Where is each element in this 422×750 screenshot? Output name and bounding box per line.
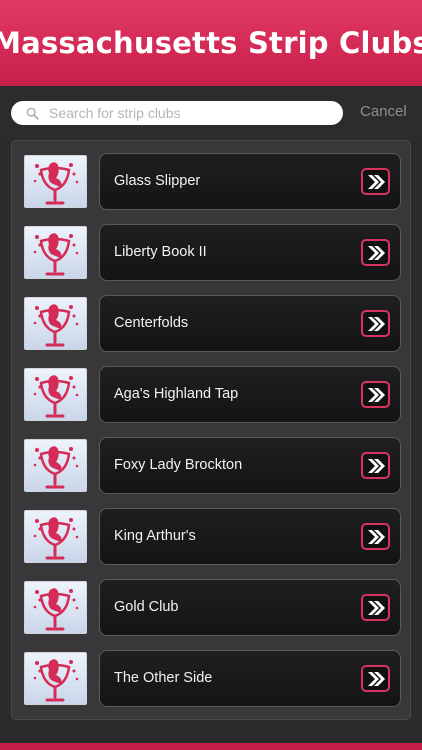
club-name: Gold Club: [114, 599, 179, 615]
list-item[interactable]: Foxy Lady Brockton: [24, 437, 402, 495]
club-card[interactable]: Foxy Lady Brockton: [99, 437, 401, 494]
double-chevron-right-icon: [367, 387, 385, 402]
open-button[interactable]: [361, 665, 390, 692]
double-chevron-right-icon: [367, 529, 385, 544]
app-header: Massachusetts Strip Clubs: [0, 0, 422, 86]
list-item[interactable]: The Other Side: [24, 650, 402, 708]
search-icon: [25, 106, 39, 120]
list-item[interactable]: King Arthur's: [24, 508, 402, 566]
open-button[interactable]: [361, 239, 390, 266]
club-name: Aga's Highland Tap: [114, 386, 239, 402]
double-chevron-right-icon: [367, 174, 385, 189]
club-card[interactable]: Centerfolds: [99, 295, 401, 352]
club-card[interactable]: Glass Slipper: [99, 153, 401, 210]
dancer-in-glass-icon: [24, 652, 87, 705]
list-item[interactable]: Glass Slipper: [24, 153, 402, 211]
open-button[interactable]: [361, 381, 390, 408]
open-button[interactable]: [361, 452, 390, 479]
list-item[interactable]: Gold Club: [24, 579, 402, 637]
double-chevron-right-icon: [367, 458, 385, 473]
club-name: Centerfolds: [114, 315, 189, 331]
cancel-button[interactable]: Cancel: [360, 103, 407, 120]
double-chevron-right-icon: [367, 316, 385, 331]
club-card[interactable]: Liberty Book II: [99, 224, 401, 281]
list-item[interactable]: Liberty Book II: [24, 224, 402, 282]
club-card[interactable]: King Arthur's: [99, 508, 401, 565]
club-card[interactable]: Aga's Highland Tap: [99, 366, 401, 423]
search-input[interactable]: [49, 105, 319, 121]
double-chevron-right-icon: [367, 600, 385, 615]
club-name: Liberty Book II: [114, 244, 207, 260]
double-chevron-right-icon: [367, 245, 385, 260]
club-card[interactable]: The Other Side: [99, 650, 401, 707]
dancer-in-glass-icon: [24, 368, 87, 421]
club-name: Foxy Lady Brockton: [114, 457, 243, 473]
dancer-in-glass-icon: [24, 439, 87, 492]
open-button[interactable]: [361, 310, 390, 337]
open-button[interactable]: [361, 594, 390, 621]
club-name: The Other Side: [114, 670, 213, 686]
dancer-in-glass-icon: [24, 155, 87, 208]
list-item[interactable]: Centerfolds: [24, 295, 402, 353]
bottom-bar: [0, 743, 422, 750]
search-field[interactable]: [11, 101, 343, 125]
page-title: Massachusetts Strip Clubs: [0, 26, 422, 60]
dancer-in-glass-icon: [24, 226, 87, 279]
club-card[interactable]: Gold Club: [99, 579, 401, 636]
club-name: King Arthur's: [114, 528, 196, 544]
dancer-in-glass-icon: [24, 297, 87, 350]
dancer-in-glass-icon: [24, 510, 87, 563]
open-button[interactable]: [361, 168, 390, 195]
double-chevron-right-icon: [367, 671, 385, 686]
list-item[interactable]: Aga's Highland Tap: [24, 366, 402, 424]
open-button[interactable]: [361, 523, 390, 550]
dancer-in-glass-icon: [24, 581, 87, 634]
club-list: Glass Slipper Liberty Book II Centerfold…: [11, 140, 411, 720]
club-name: Glass Slipper: [114, 173, 201, 189]
